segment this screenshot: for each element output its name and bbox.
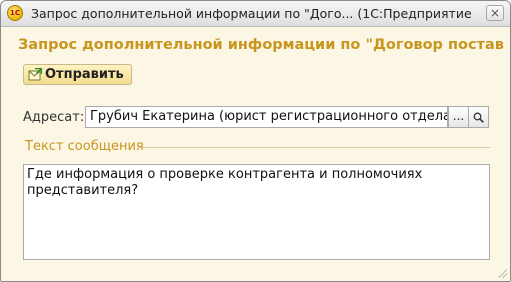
message-textarea[interactable]: Где информация о проверке контрагента и … — [23, 164, 490, 260]
form-title: Запрос дополнительной информации по "Дог… — [18, 37, 504, 53]
title-bar[interactable]: 1С Запрос дополнительной информации по "… — [1, 1, 510, 27]
open-addressee-button[interactable] — [468, 106, 489, 128]
choose-addressee-button[interactable]: ... — [448, 106, 469, 128]
addressee-field[interactable]: Грубич Екатерина (юрист регистрационного… — [85, 106, 448, 128]
send-button-label: Отправить — [45, 67, 124, 82]
close-button[interactable]: × — [486, 5, 504, 21]
window-title: Запрос дополнительной информации по "Дог… — [31, 6, 471, 21]
resize-grip[interactable] — [497, 268, 507, 278]
message-group-label: Текст сообщения — [25, 139, 144, 154]
form-content: Запрос дополнительной информации по "Дог… — [1, 27, 510, 281]
magnifier-icon — [473, 112, 484, 123]
group-divider — [138, 147, 490, 148]
app-logo-icon: 1С — [7, 5, 23, 21]
send-mail-icon — [28, 68, 42, 81]
dialog-window: 1С Запрос дополнительной информации по "… — [0, 0, 511, 282]
send-button[interactable]: Отправить — [23, 64, 132, 85]
addressee-label: Адресат: — [23, 110, 85, 125]
